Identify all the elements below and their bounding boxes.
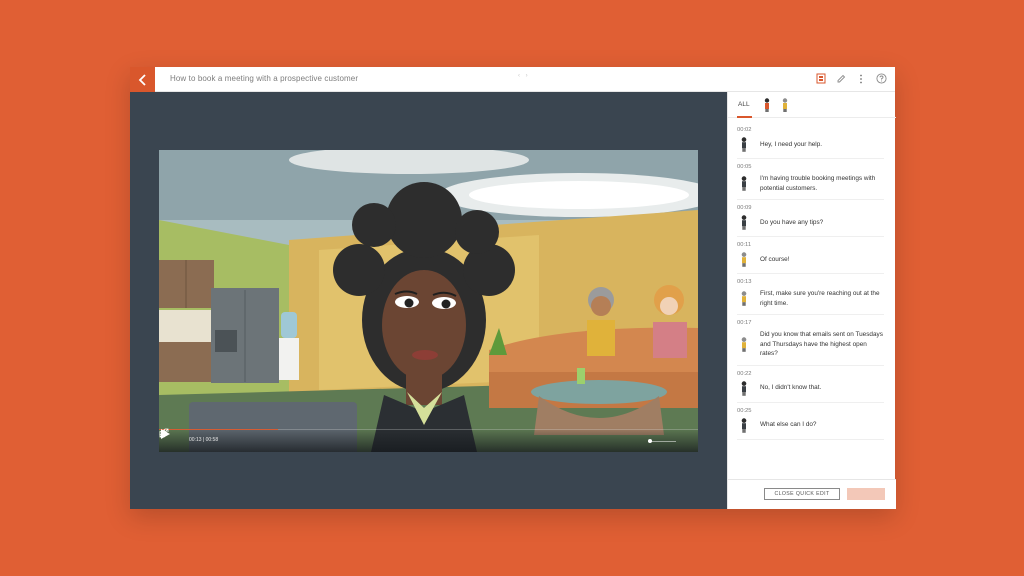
volume-slider[interactable] bbox=[648, 439, 676, 443]
speaker-female-avatar-icon bbox=[741, 417, 747, 433]
transcript-entry[interactable]: 00:11 Of course! bbox=[737, 237, 884, 274]
video-title: How to book a meeting with a prospective… bbox=[170, 74, 359, 83]
entry-line: First, make sure you're reaching out at … bbox=[737, 285, 884, 314]
speaker-female-avatar-icon bbox=[741, 380, 747, 396]
entry-line: Of course! bbox=[737, 248, 884, 273]
entry-timestamp: 00:22 bbox=[737, 370, 752, 377]
transcript-entry[interactable]: 00:17 Did you know that emails sent on Tu… bbox=[737, 315, 884, 366]
video-time: 00:13 | 00:58 bbox=[189, 437, 219, 443]
entry-timestamp: 00:11 bbox=[737, 242, 752, 248]
entry-text[interactable]: I'm having trouble booking meetings with… bbox=[760, 174, 884, 193]
entry-text[interactable]: Of course! bbox=[760, 255, 789, 265]
fullscreen-icon[interactable] bbox=[159, 428, 169, 438]
entry-timestamp: 00:09 bbox=[737, 205, 752, 211]
tab-speaker-male-avatar-icon[interactable] bbox=[781, 98, 789, 112]
title-nav-arrows[interactable]: ‹ › bbox=[518, 73, 530, 79]
entry-text[interactable]: Hey, I need your help. bbox=[760, 140, 822, 150]
entry-line: I'm having trouble booking meetings with… bbox=[737, 170, 884, 199]
volume-slider-knob[interactable] bbox=[648, 439, 652, 443]
entry-text[interactable]: First, make sure you're reaching out at … bbox=[760, 289, 884, 308]
help-icon[interactable] bbox=[875, 72, 887, 85]
entry-timestamp: 00:13 bbox=[737, 279, 752, 285]
chevron-left-icon bbox=[138, 73, 146, 86]
pencil-icon[interactable] bbox=[835, 72, 847, 85]
entry-timestamp: 00:02 bbox=[737, 127, 752, 133]
entry-text[interactable]: What else can I do? bbox=[760, 420, 816, 430]
video-player[interactable]: 00:13 | 00:58 bbox=[159, 150, 698, 452]
stage-area: 00:13 | 00:58 bbox=[130, 92, 727, 509]
scene-icon[interactable] bbox=[815, 72, 827, 85]
speaker-female-avatar-icon bbox=[741, 137, 747, 152]
back-button[interactable] bbox=[130, 67, 155, 92]
tab-all[interactable]: ALL bbox=[738, 101, 750, 108]
panel-footer: CLOSE QUICK EDIT bbox=[728, 479, 896, 509]
transcript-entry[interactable]: 00:02 Hey, I need your help. bbox=[737, 122, 884, 159]
entry-timestamp: 00:05 bbox=[737, 164, 752, 170]
transcript-entry[interactable]: 00:13 First, make sure you're reaching ou… bbox=[737, 274, 884, 315]
tab-speaker-female-avatar-icon[interactable] bbox=[763, 98, 771, 112]
entry-line: What else can I do? bbox=[737, 414, 884, 439]
entry-text[interactable]: Do you have any tips? bbox=[760, 218, 823, 228]
transcript-list: 00:02 Hey, I need your help. 00:05 I'm havi… bbox=[728, 122, 896, 479]
speaker-female-avatar-icon bbox=[741, 215, 747, 230]
entry-line: Did you know that emails sent on Tuesday… bbox=[737, 326, 884, 365]
transcript-entry[interactable]: 00:25 What else can I do? bbox=[737, 403, 884, 440]
top-bar: How to book a meeting with a prospective… bbox=[130, 67, 895, 92]
entry-timestamp: 00:25 bbox=[737, 407, 752, 414]
entry-text[interactable]: No, I didn't know that. bbox=[760, 383, 821, 393]
speaker-male-avatar-icon bbox=[741, 291, 747, 306]
speaker-female-avatar-icon bbox=[741, 176, 747, 191]
transcript-entry[interactable]: 00:22 No, I didn't know that. bbox=[737, 366, 884, 403]
speaker-male-avatar-icon bbox=[741, 252, 747, 267]
transcript-entry[interactable]: 00:09 Do you have any tips? bbox=[737, 200, 884, 237]
video-controls: 00:13 | 00:58 bbox=[159, 428, 698, 452]
entry-line: Hey, I need your help. bbox=[737, 133, 884, 158]
transcript-entry[interactable]: 00:05 I'm having trouble booking meetings… bbox=[737, 159, 884, 200]
entry-line: No, I didn't know that. bbox=[737, 377, 884, 402]
transcript-panel: ALL 00:02 Hey, I need your help. 00:05 I'm … bbox=[727, 92, 896, 509]
entry-line: Do you have any tips? bbox=[737, 211, 884, 236]
speaker-tabs: ALL bbox=[728, 92, 896, 118]
entry-text[interactable]: Did you know that emails sent on Tuesday… bbox=[760, 330, 884, 359]
close-quick-edit-button[interactable]: CLOSE QUICK EDIT bbox=[764, 488, 840, 500]
video-frame-illustration bbox=[159, 150, 698, 452]
tab-active-indicator bbox=[737, 116, 752, 118]
entry-timestamp: 00:17 bbox=[737, 320, 752, 326]
editor-window: How to book a meeting with a prospective… bbox=[130, 67, 896, 509]
speaker-male-avatar-icon bbox=[741, 337, 747, 352]
more-vert-icon[interactable] bbox=[855, 72, 867, 85]
disabled-action-button[interactable] bbox=[847, 488, 885, 500]
